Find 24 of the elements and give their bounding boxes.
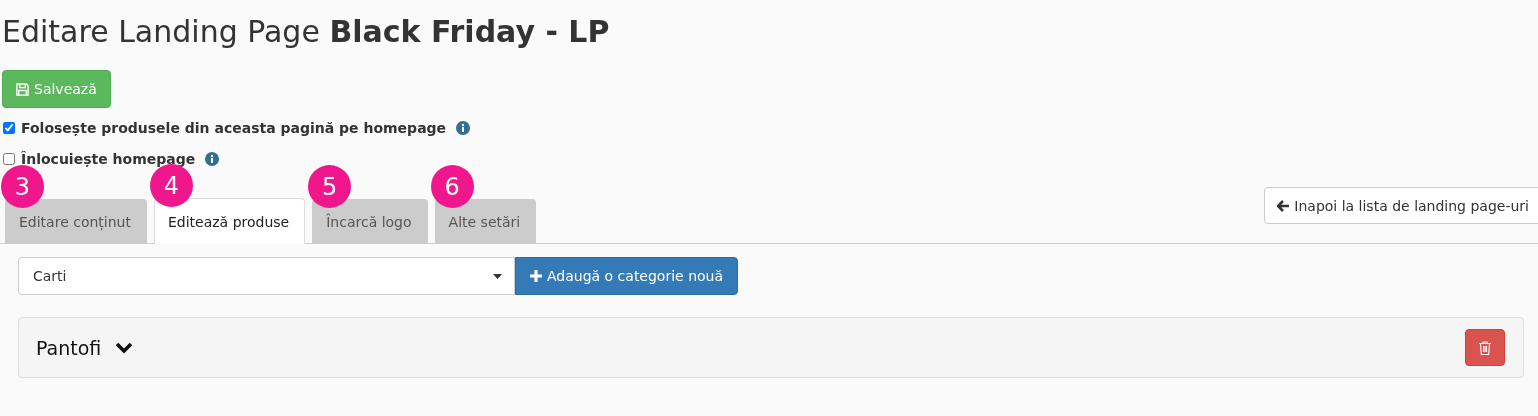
delete-button[interactable] [1465, 329, 1505, 366]
page-title: Editare Landing Page Black Friday - LP [1, 13, 611, 51]
tab[interactable]: Încarcă logo [312, 199, 428, 243]
arrow-left-icon [1277, 199, 1291, 212]
checkbox[interactable] [3, 152, 15, 165]
info-icon [456, 120, 471, 135]
step-badge: 6 [430, 165, 474, 208]
step-badge: 3 [1, 165, 44, 208]
step-badge: 5 [308, 165, 352, 208]
plus-icon [530, 270, 542, 282]
tab[interactable]: Editare conținut [5, 199, 147, 243]
save-button[interactable]: Salvează [2, 70, 111, 108]
dropdown-caret-icon [493, 273, 502, 279]
option-label: Folosește produsele din aceasta pagină pe homepage [21, 119, 447, 136]
tab[interactable]: Editează produse [153, 198, 306, 244]
panel-title: Pantofi [36, 336, 102, 359]
chevron-down-icon[interactable] [115, 341, 134, 354]
info-icon [205, 151, 220, 166]
tab[interactable]: Alte setări [434, 199, 537, 243]
category-select[interactable]: Carti [18, 257, 515, 295]
checkbox[interactable] [3, 121, 15, 134]
add-category-button[interactable]: Adaugă o categorie nouă [515, 257, 739, 295]
back-button[interactable]: Inapoi la lista de landing page-uri [1264, 187, 1538, 224]
trash-icon [1479, 340, 1491, 355]
